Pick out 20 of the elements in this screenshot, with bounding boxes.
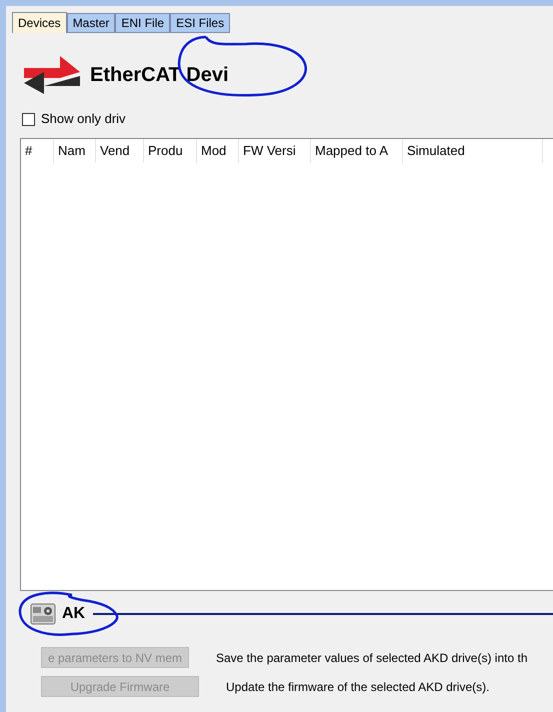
drive-icon — [30, 602, 56, 626]
page-title: EtherCAT Devi — [90, 63, 229, 88]
checkbox[interactable] — [22, 112, 35, 126]
column-header[interactable]: FW Versi — [239, 139, 311, 163]
column-header[interactable]: # — [21, 139, 54, 163]
tab[interactable]: ESI Files — [170, 13, 230, 33]
column-header[interactable]: Mapped to A — [311, 139, 403, 163]
column-header[interactable]: Mod — [197, 139, 239, 163]
column-header[interactable]: Simulated — [403, 139, 543, 163]
checkbox-label: Show only driv — [41, 110, 126, 128]
arrows-icon — [22, 54, 82, 96]
column-header[interactable]: Produ — [144, 139, 197, 163]
tab[interactable]: Master — [66, 13, 116, 33]
action-description: Save the parameter values of selected AKD drive(s) into th — [216, 650, 528, 666]
action-description: Update the firmware of the selected AKD drive(s). — [226, 678, 490, 696]
column-header[interactable]: Vend — [96, 139, 144, 163]
tab[interactable]: Devices — [12, 12, 67, 33]
column-header[interactable]: Nam — [54, 139, 96, 163]
section-title: AK — [62, 604, 86, 624]
tab[interactable]: ENI File — [115, 13, 170, 33]
